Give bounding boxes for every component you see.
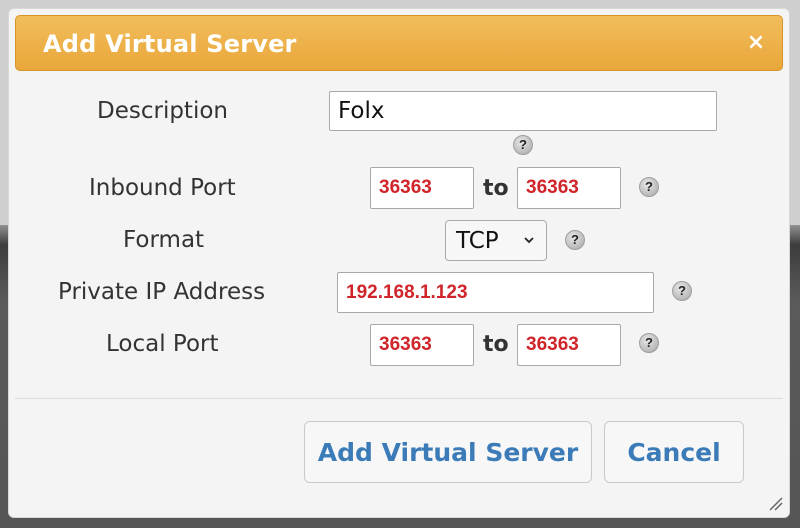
help-icon[interactable]: ? [639,177,659,197]
format-select[interactable]: TCP [445,220,547,261]
local-port-from-value: 36363 [379,334,432,355]
footer-divider [15,398,783,399]
local-port-from-field[interactable]: 36363 [370,324,474,366]
format-selected-value: TCP [456,228,499,254]
help-icon[interactable]: ? [513,135,533,155]
add-virtual-server-dialog: Add Virtual Server × Description Folx ? … [8,8,790,518]
inbound-port-to-field[interactable]: 36363 [517,167,621,209]
add-virtual-server-button-label: Add Virtual Server [317,438,579,467]
cancel-button-label: Cancel [627,438,721,467]
help-icon[interactable]: ? [672,281,692,301]
format-label: Format [123,227,205,253]
description-value: Folx [338,98,385,124]
private-ip-value: 192.168.1.123 [346,281,468,303]
inbound-port-to-value: 36363 [526,177,579,198]
inbound-port-to-label: to [483,176,509,201]
local-port-label: Local Port [106,331,219,357]
inbound-port-from-field[interactable]: 36363 [370,167,474,209]
add-virtual-server-button[interactable]: Add Virtual Server [304,421,592,483]
close-icon[interactable]: × [744,31,768,55]
dialog-titlebar: Add Virtual Server × [15,15,783,71]
private-ip-field[interactable]: 192.168.1.123 [337,272,654,313]
inbound-port-label: Inbound Port [89,175,236,201]
help-icon[interactable]: ? [565,230,585,250]
chevron-down-icon [524,237,534,244]
dialog-title: Add Virtual Server [43,30,297,58]
local-port-to-value: 36363 [526,334,579,355]
local-port-to-field[interactable]: 36363 [517,324,621,366]
resize-grip-icon[interactable] [767,495,783,511]
description-field[interactable]: Folx [329,91,717,131]
local-port-to-label: to [483,332,509,357]
inbound-port-from-value: 36363 [379,177,432,198]
description-label: Description [97,98,228,124]
help-icon[interactable]: ? [639,333,659,353]
cancel-button[interactable]: Cancel [604,421,744,483]
private-ip-label: Private IP Address [58,279,266,305]
